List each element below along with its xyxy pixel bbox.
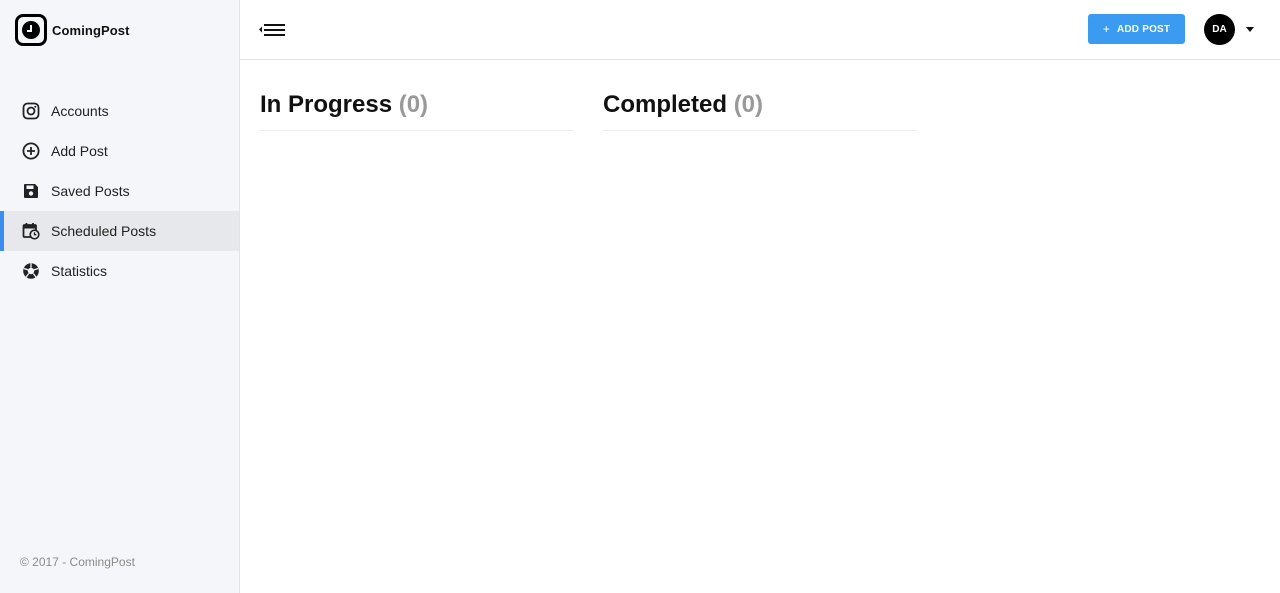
plus-icon: +	[1102, 22, 1110, 36]
avatar[interactable]: DA	[1204, 14, 1235, 45]
sidebar-item-add-post[interactable]: Add Post	[0, 131, 239, 171]
sidebar-item-label: Saved Posts	[51, 183, 130, 199]
chevron-down-icon[interactable]	[1246, 27, 1254, 32]
collapse-menu-icon[interactable]	[259, 22, 287, 38]
sidebar-nav: Accounts Add Post Saved Posts Scheduled …	[0, 91, 239, 291]
sidebar-item-label: Scheduled Posts	[51, 223, 157, 239]
plus-circle-icon	[22, 142, 40, 160]
brand-name: ComingPost	[52, 22, 130, 38]
column-count: (0)	[398, 91, 429, 118]
save-icon	[22, 182, 40, 200]
sidebar-item-label: Accounts	[51, 103, 109, 119]
sidebar-item-scheduled-posts[interactable]: Scheduled Posts	[0, 211, 239, 251]
sidebar-footer: © 2017 - ComingPost	[20, 555, 135, 569]
instagram-icon	[22, 102, 40, 120]
column-count: (0)	[733, 91, 764, 118]
brand[interactable]: ComingPost	[15, 14, 130, 46]
column-title-text: Completed	[603, 91, 728, 118]
divider	[603, 130, 916, 131]
column-title: In Progress (0)	[260, 88, 573, 122]
clock-logo-icon	[15, 14, 47, 46]
sidebar-item-label: Add Post	[51, 143, 108, 159]
sidebar: ComingPost Accounts Add Post Saved Posts	[0, 0, 240, 593]
top-header: + ADD POST DA	[240, 0, 1280, 60]
add-post-label: ADD POST	[1116, 23, 1171, 35]
add-post-button[interactable]: + ADD POST	[1088, 14, 1185, 44]
completed-column: Completed (0)	[603, 88, 916, 131]
sidebar-item-label: Statistics	[51, 263, 108, 279]
calendar-clock-icon	[22, 222, 40, 240]
sidebar-item-saved-posts[interactable]: Saved Posts	[0, 171, 239, 211]
in-progress-column: In Progress (0)	[260, 88, 573, 131]
aperture-icon	[22, 262, 40, 280]
app: ComingPost Accounts Add Post Saved Posts	[0, 0, 1280, 593]
sidebar-item-accounts[interactable]: Accounts	[0, 91, 239, 131]
column-title-text: In Progress	[260, 91, 393, 118]
column-title: Completed (0)	[603, 88, 916, 122]
sidebar-item-statistics[interactable]: Statistics	[0, 251, 239, 291]
divider	[260, 130, 573, 131]
